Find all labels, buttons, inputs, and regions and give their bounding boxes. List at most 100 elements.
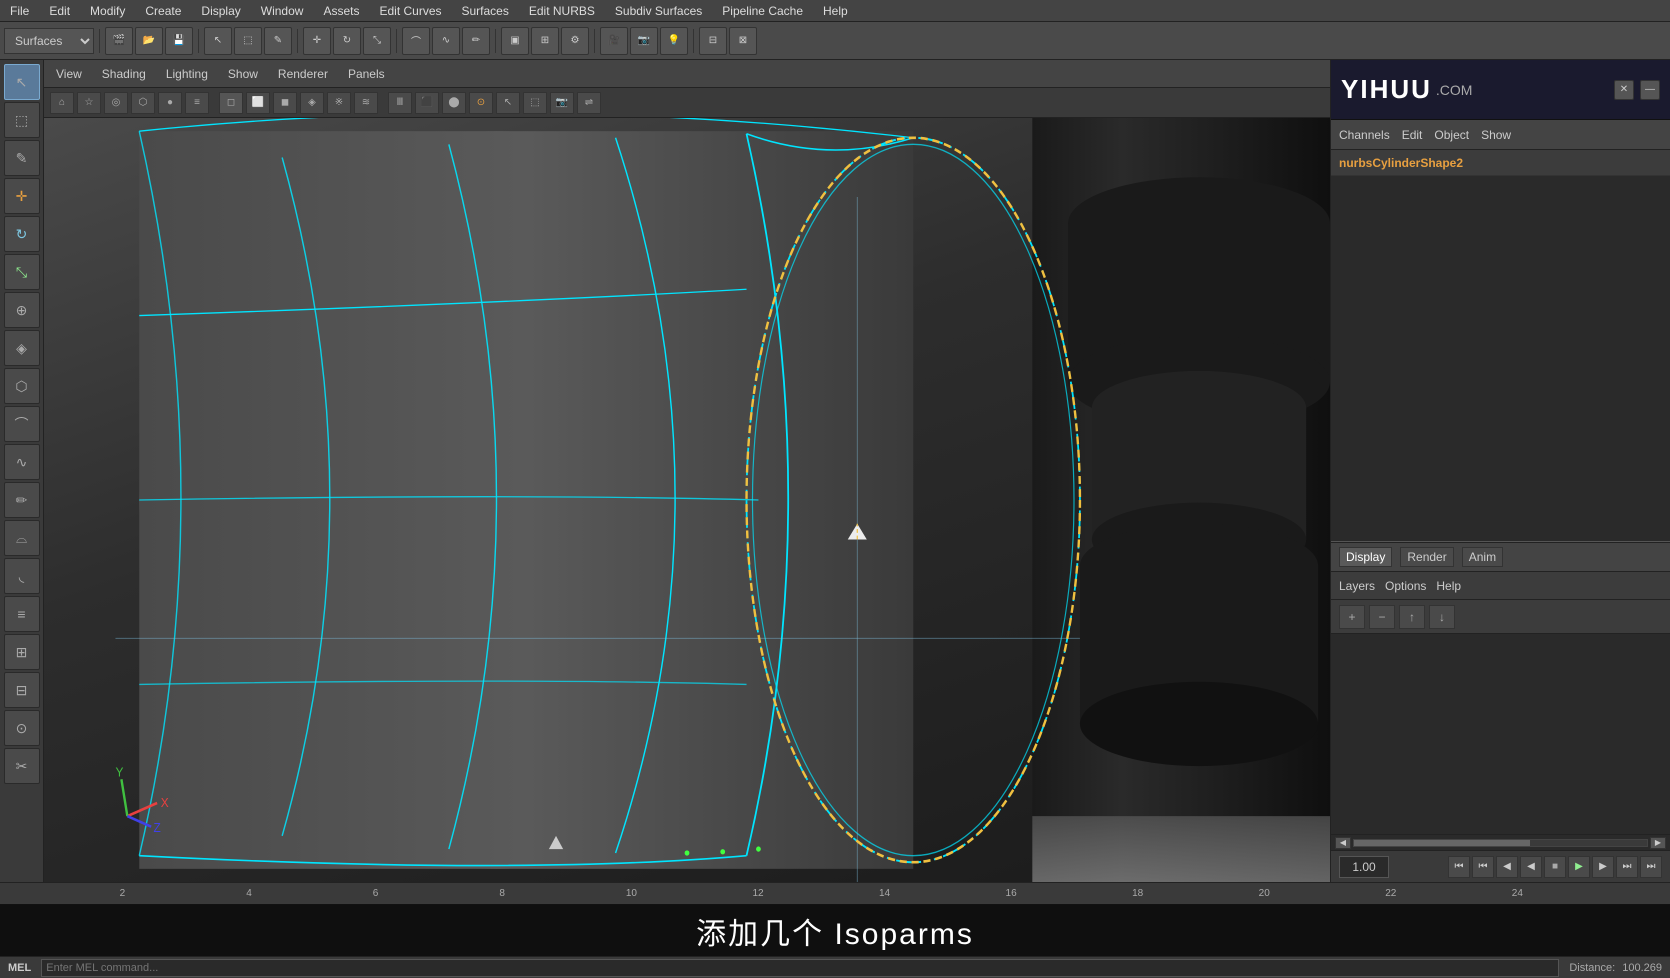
step-back-btn[interactable]: ⏮ xyxy=(1472,856,1494,878)
toolbar-save-btn[interactable]: 💾 xyxy=(165,27,193,55)
vp-icon-wireframe[interactable]: ⬡ xyxy=(131,92,155,114)
tab-render[interactable]: Render xyxy=(1400,547,1453,567)
toolbar-light-btn[interactable]: 💡 xyxy=(660,27,688,55)
toolbar-camera-btn[interactable]: 📷 xyxy=(630,27,658,55)
cb-menu-object[interactable]: Object xyxy=(1434,128,1469,142)
viewport-menu-lighting[interactable]: Lighting xyxy=(162,65,212,83)
cb-menu-channels[interactable]: Channels xyxy=(1339,128,1390,142)
vp-icon-cube2[interactable]: ⬚ xyxy=(523,92,547,114)
frame-input[interactable]: 1.00 xyxy=(1339,856,1389,878)
layer-menu-layers[interactable]: Layers xyxy=(1339,579,1375,593)
skip-to-start-btn[interactable]: ⏮ xyxy=(1448,856,1470,878)
menu-create[interactable]: Create xyxy=(141,2,185,20)
layer-menu-options[interactable]: Options xyxy=(1385,579,1426,593)
vp-icon-dynamics[interactable]: ※ xyxy=(327,92,351,114)
tool-lasso-select[interactable]: ⬚ xyxy=(4,102,40,138)
viewport-menu-show[interactable]: Show xyxy=(224,65,262,83)
menu-subdiv[interactable]: Subdiv Surfaces xyxy=(611,2,706,20)
viewport-menu-shading[interactable]: Shading xyxy=(98,65,150,83)
tool-show-manipulator[interactable]: ⬡ xyxy=(4,368,40,404)
stop-btn[interactable]: ■ xyxy=(1544,856,1566,878)
vp-icon-layer-show[interactable]: ≡ xyxy=(185,92,209,114)
tool-scale[interactable]: ⤡ xyxy=(4,254,40,290)
scroll-right-btn[interactable]: ▶ xyxy=(1650,837,1666,849)
toolbar-open-btn[interactable]: 📂 xyxy=(135,27,163,55)
toolbar-scale-btn[interactable]: ⤡ xyxy=(363,27,391,55)
menu-window[interactable]: Window xyxy=(257,2,308,20)
menu-assets[interactable]: Assets xyxy=(319,2,363,20)
menu-display[interactable]: Display xyxy=(197,2,244,20)
vp-icon-select-arrow[interactable]: ↖ xyxy=(496,92,520,114)
menu-help[interactable]: Help xyxy=(819,2,852,20)
layer-menu-help[interactable]: Help xyxy=(1436,579,1461,593)
vp-icon-share[interactable]: ⇌ xyxy=(577,92,601,114)
yihuu-min-btn[interactable]: — xyxy=(1640,80,1660,100)
vp-icon-fluids[interactable]: ≋ xyxy=(354,92,378,114)
cb-menu-show[interactable]: Show xyxy=(1481,128,1511,142)
toolbar-render-view-btn[interactable]: ▣ xyxy=(501,27,529,55)
prev-frame-btn[interactable]: ◀ xyxy=(1496,856,1518,878)
layer-move-up-icon[interactable]: ↑ xyxy=(1399,605,1425,629)
viewport-canvas[interactable]: X Y Z xyxy=(44,118,1330,882)
vp-icon-poly[interactable]: ⬜ xyxy=(246,92,270,114)
toolbar-extra2[interactable]: ⊠ xyxy=(729,27,757,55)
menu-file[interactable]: File xyxy=(6,2,33,20)
toolbar-ipr-btn[interactable]: ⊞ xyxy=(531,27,559,55)
vp-icon-3d-text[interactable]: Ⅲ xyxy=(388,92,412,114)
tab-anim[interactable]: Anim xyxy=(1462,547,1503,567)
module-dropdown[interactable]: Surfaces xyxy=(4,28,94,54)
skip-to-end-btn[interactable]: ⏭ xyxy=(1640,856,1662,878)
vp-icon-cam2[interactable]: 📷 xyxy=(550,92,574,114)
menu-edit-curves[interactable]: Edit Curves xyxy=(375,2,445,20)
menu-edit[interactable]: Edit xyxy=(45,2,74,20)
viewport-menu-renderer[interactable]: Renderer xyxy=(274,65,332,83)
vp-icon-cam[interactable]: ◎ xyxy=(104,92,128,114)
menu-edit-nurbs[interactable]: Edit NURBS xyxy=(525,2,599,20)
toolbar-pencil-btn[interactable]: ✏ xyxy=(462,27,490,55)
toolbar-move-btn[interactable]: ✛ xyxy=(303,27,331,55)
vp-icon-sphere[interactable]: ⬤ xyxy=(442,92,466,114)
cb-menu-edit[interactable]: Edit xyxy=(1402,128,1423,142)
tool-rotate[interactable]: ↻ xyxy=(4,216,40,252)
layer-new-icon[interactable]: + xyxy=(1339,605,1365,629)
vp-icon-bookmark[interactable]: ☆ xyxy=(77,92,101,114)
vp-icon-home[interactable]: ⌂ xyxy=(50,92,74,114)
toolbar-scene-btn[interactable]: 🎥 xyxy=(600,27,628,55)
tab-display[interactable]: Display xyxy=(1339,547,1392,567)
tool-select[interactable]: ↖ xyxy=(4,64,40,100)
viewport-menu-panels[interactable]: Panels xyxy=(344,65,389,83)
viewport-menu-view[interactable]: View xyxy=(52,65,86,83)
toolbar-nurbs-curve-btn[interactable]: ⌒ xyxy=(402,27,430,55)
vp-icon-smooth[interactable]: ● xyxy=(158,92,182,114)
toolbar-extra1[interactable]: ⊟ xyxy=(699,27,727,55)
tool-extrude[interactable]: ⊞ xyxy=(4,634,40,670)
tool-bezier[interactable]: ◟ xyxy=(4,558,40,594)
toolbar-select-region-btn[interactable]: ⬚ xyxy=(234,27,262,55)
toolbar-select-btn[interactable]: ↖ xyxy=(204,27,232,55)
step-fwd-btn[interactable]: ⏭ xyxy=(1616,856,1638,878)
yihuu-close-btn[interactable]: ✕ xyxy=(1614,80,1634,100)
tool-soft-select[interactable]: ◈ xyxy=(4,330,40,366)
timeline-numbers[interactable]: 2 4 6 8 10 12 14 16 18 20 22 24 xyxy=(88,883,1670,904)
play-fwd-btn[interactable]: ▶ xyxy=(1568,856,1590,878)
tool-revolve[interactable]: ⊙ xyxy=(4,710,40,746)
vp-icon-subdiv[interactable]: ◼ xyxy=(273,92,297,114)
tool-ep-curve[interactable]: ∿ xyxy=(4,444,40,480)
tool-paint-select[interactable]: ✎ xyxy=(4,140,40,176)
layer-scrollbar[interactable]: ◀ ▶ xyxy=(1331,834,1670,850)
toolbar-rotate-btn[interactable]: ↻ xyxy=(333,27,361,55)
scrollbar-track[interactable] xyxy=(1353,839,1648,847)
next-frame-btn[interactable]: ▶ xyxy=(1592,856,1614,878)
tool-nurbs-curve[interactable]: ⌒ xyxy=(4,406,40,442)
vp-icon-deform[interactable]: ◈ xyxy=(300,92,324,114)
tool-arc[interactable]: ⌓ xyxy=(4,520,40,556)
layer-del-icon[interactable]: − xyxy=(1369,605,1395,629)
mel-input[interactable] xyxy=(41,959,1559,977)
tool-trim[interactable]: ✂ xyxy=(4,748,40,784)
toolbar-ep-curve-btn[interactable]: ∿ xyxy=(432,27,460,55)
vp-icon-cube[interactable]: ⬛ xyxy=(415,92,439,114)
menu-surfaces[interactable]: Surfaces xyxy=(458,2,513,20)
vp-icon-cylinder[interactable]: ⊙ xyxy=(469,92,493,114)
tool-pencil[interactable]: ✏ xyxy=(4,482,40,518)
play-back-btn[interactable]: ◀ xyxy=(1520,856,1542,878)
